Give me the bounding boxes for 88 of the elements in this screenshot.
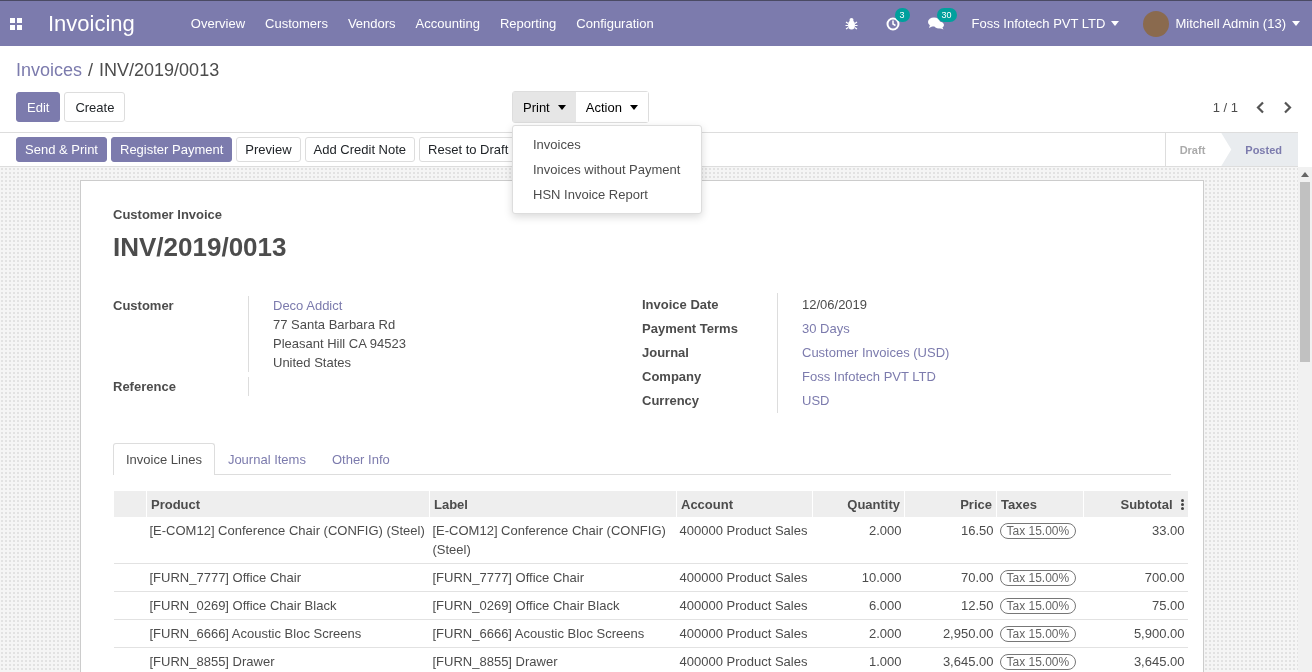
- menu-item[interactable]: Configuration: [566, 1, 664, 46]
- table-cell: 2.000: [868, 626, 902, 641]
- menu-item[interactable]: Reporting: [489, 1, 567, 46]
- field-link[interactable]: USD: [802, 393, 830, 408]
- previous-icon[interactable]: [1256, 100, 1265, 114]
- menu-item[interactable]: Accounting: [405, 1, 490, 46]
- document-type: Customer Invoice: [113, 207, 224, 222]
- activity-count-badge: 3: [894, 7, 910, 22]
- form-header-button[interactable]: Register Payment: [111, 137, 233, 162]
- table-cell: [FURN_0269] Office Chair Black: [432, 598, 620, 613]
- table-cell: [E-COM12] Conference Chair (CONFIG) (Steel): [149, 523, 425, 538]
- table-cell: [FURN_7777] Office Chair: [149, 570, 301, 585]
- table-cell: [FURN_8855] Drawer: [149, 654, 275, 669]
- status-stage[interactable]: Posted: [1221, 133, 1298, 166]
- caret-icon: [557, 104, 566, 110]
- next-icon[interactable]: [1283, 100, 1292, 114]
- table-cell: 400000 Product Sales: [679, 654, 808, 669]
- toolbar-button[interactable]: Edit: [16, 92, 61, 122]
- table-cell: 33.00: [1151, 523, 1185, 538]
- apps-menu-icon[interactable]: [10, 17, 22, 30]
- table-cell: 6.000: [868, 598, 902, 613]
- table-cell: 16.50: [960, 523, 994, 538]
- column-header[interactable]: Product: [151, 496, 201, 512]
- field-link[interactable]: Foss Infotech PVT LTD: [802, 369, 936, 384]
- table-cell: 2.000: [868, 523, 902, 538]
- breadcrumb-link[interactable]: Invoices: [16, 59, 83, 81]
- table-cell: 75.00: [1151, 598, 1185, 613]
- column-options-icon[interactable]: [1180, 498, 1184, 510]
- table-cell: [FURN_6666] Acoustic Bloc Screens: [149, 626, 362, 641]
- pager-value: 1 / 1: [1212, 99, 1238, 115]
- field-label: Payment Terms: [642, 317, 778, 341]
- message-count-badge: 30: [936, 8, 957, 22]
- breadcrumb-separator: /: [88, 59, 94, 81]
- field-label: Journal: [642, 341, 778, 365]
- table-cell: [FURN_8855] Drawer: [432, 654, 558, 669]
- form-header-button[interactable]: Preview: [236, 137, 301, 162]
- clock-icon[interactable]: [885, 16, 900, 31]
- caret-icon: [1292, 21, 1300, 26]
- form-header-button[interactable]: Send & Print: [16, 137, 107, 162]
- field-label: Customer: [113, 296, 249, 372]
- form-header-button[interactable]: Add Credit Note: [304, 137, 416, 162]
- field-link[interactable]: Customer Invoices (USD): [802, 345, 950, 360]
- field-label: Invoice Date: [642, 293, 778, 317]
- table-cell: 70.00: [960, 570, 994, 585]
- table-cell: 1.000: [868, 654, 902, 669]
- field-value: 77 Santa Barbara Rd: [273, 316, 397, 334]
- bug-icon[interactable]: [844, 17, 858, 30]
- field-value: 12/06/2019: [802, 297, 868, 312]
- table-cell: 10.000: [861, 570, 902, 585]
- tab[interactable]: Other Info: [318, 443, 403, 475]
- caret-icon: [1111, 21, 1120, 26]
- menu-item[interactable]: Customers: [255, 1, 338, 46]
- caret-icon: [629, 104, 638, 110]
- table-cell: 2,950.00: [942, 626, 994, 641]
- table-cell: 12.50: [960, 598, 994, 613]
- table-cell: 400000 Product Sales: [679, 570, 808, 585]
- breadcrumb-current: INV/2019/0013: [99, 59, 220, 81]
- column-header[interactable]: Label: [434, 496, 468, 512]
- menu-item[interactable]: Overview: [180, 1, 256, 46]
- field-label: Company: [642, 365, 778, 389]
- table-cell: 400000 Product Sales: [679, 598, 808, 613]
- table-cell: 700.00: [1144, 570, 1185, 585]
- user-menu[interactable]: Mitchell Admin (13): [1175, 16, 1286, 31]
- toolbar-button[interactable]: Create: [64, 92, 126, 122]
- table-cell: [FURN_7777] Office Chair: [432, 570, 584, 585]
- field-link[interactable]: 30 Days: [802, 321, 850, 336]
- table-cell: [FURN_6666] Acoustic Bloc Screens: [432, 626, 645, 641]
- field-label: Currency: [642, 389, 778, 413]
- field-value: United States: [273, 354, 353, 372]
- company-switcher[interactable]: Foss Infotech PVT LTD: [971, 16, 1106, 31]
- table-cell: [E-COM12] Conference Chair (CONFIG) (Steel): [432, 523, 666, 557]
- dropdown-button[interactable]: Print: [513, 92, 576, 122]
- menu-item[interactable]: Vendors: [337, 1, 406, 46]
- table-cell: 5,900.00: [1133, 626, 1185, 641]
- field-link[interactable]: Deco Addict: [273, 296, 406, 315]
- tab[interactable]: Journal Items: [214, 443, 319, 475]
- dropdown-item[interactable]: HSN Invoice Report: [513, 182, 701, 207]
- app-title: Invoicing: [48, 10, 135, 37]
- tab[interactable]: Invoice Lines: [113, 443, 215, 475]
- table-cell: 400000 Product Sales: [679, 626, 808, 641]
- table-cell: 3,645.00: [942, 654, 994, 669]
- table-cell: [FURN_0269] Office Chair Black: [149, 598, 337, 613]
- table-cell: 400000 Product Sales: [679, 523, 808, 538]
- scrollbar-drawing[interactable]: [1298, 167, 1312, 672]
- invoice-number: INV/2019/0013: [113, 232, 288, 263]
- field-value: Pleasant Hill CA 94523: [273, 335, 406, 353]
- field-label: Reference: [113, 377, 249, 396]
- table-cell: 3,645.00: [1133, 654, 1185, 669]
